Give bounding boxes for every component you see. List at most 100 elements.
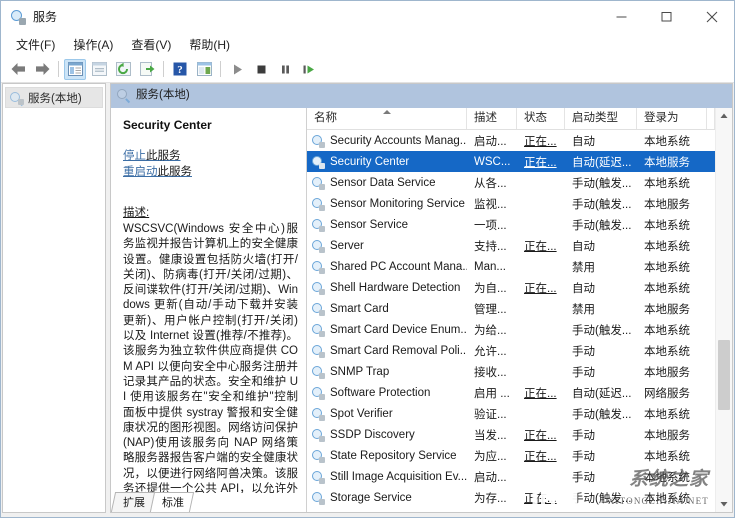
show-hide-console-tree-icon[interactable] xyxy=(64,58,86,80)
content-area: 服务(本地) 服务(本地) Security Center 停止此服务 重启动此… xyxy=(1,83,734,513)
column-name-label: 名称 xyxy=(314,112,337,124)
row-service-name: Smart Card Removal Poli... xyxy=(307,344,467,358)
restart-link-text: 重启动 xyxy=(123,166,158,178)
table-row[interactable]: Sensor Data Service 从各... 手动(触发... 本地系统 xyxy=(307,172,715,193)
table-row[interactable]: Security Accounts Manag... 启动... 正在... 自动 本地… xyxy=(307,130,715,151)
row-startup-type: 禁用 xyxy=(572,261,595,274)
export-list-icon[interactable] xyxy=(136,59,158,80)
row-log-on-as: 本地系统 xyxy=(644,450,690,463)
menu-help[interactable]: 帮助(H) xyxy=(180,34,239,55)
table-row[interactable]: State Repository Service 为应... 正在... 手动 本地系统 xyxy=(307,445,715,466)
restart-service-link[interactable]: 重启动此服务 xyxy=(123,164,298,180)
column-description[interactable]: 描述 xyxy=(467,108,517,129)
column-startup-type[interactable]: 启动类型 xyxy=(565,108,637,129)
properties-icon[interactable] xyxy=(88,59,110,80)
row-service-name: Security Center xyxy=(307,155,467,169)
table-row[interactable]: Smart Card Removal Poli... 允许... 手动 本地系统 xyxy=(307,340,715,361)
table-row[interactable]: Sensor Monitoring Service 监视... 手动(触发... 本地… xyxy=(307,193,715,214)
table-row[interactable]: Smart Card Device Enum... 为给... 手动(触发... 本地… xyxy=(307,319,715,340)
tab-extended[interactable]: 扩展 xyxy=(111,492,156,512)
row-description: 当发... xyxy=(474,429,507,442)
row-description: 为应... xyxy=(474,450,507,463)
row-log-on-as: 本地系统 xyxy=(644,177,690,190)
row-service-name-label: SNMP Trap xyxy=(330,365,390,378)
row-startup-type: 手动 xyxy=(572,429,595,442)
row-service-name-label: Sensor Monitoring Service xyxy=(330,197,465,210)
service-icon xyxy=(311,218,325,232)
menu-bar: 文件(F) 操作(A) 查看(V) 帮助(H) xyxy=(1,33,734,56)
show-action-pane-icon[interactable] xyxy=(193,59,215,80)
close-button[interactable] xyxy=(689,1,734,32)
services-pane: 服务(本地) Security Center 停止此服务 重启动此服务 描述: … xyxy=(110,83,733,513)
row-service-name: Storage Tiers Managem... xyxy=(307,512,467,513)
row-service-name-label: Server xyxy=(330,239,364,252)
table-row[interactable]: SSDP Discovery 当发... 正在... 手动 本地服务 xyxy=(307,424,715,445)
table-row[interactable]: Server 支持... 正在... 自动 本地系统 xyxy=(307,235,715,256)
row-description: 为自... xyxy=(474,282,507,295)
tab-standard[interactable]: 标准 xyxy=(149,492,195,512)
list-rows: Security Accounts Manag... 启动... 正在... 自动 本地… xyxy=(307,130,715,512)
menu-view[interactable]: 查看(V) xyxy=(122,34,180,55)
menu-file[interactable]: 文件(F) xyxy=(7,34,64,55)
row-service-name: Smart Card xyxy=(307,302,467,316)
table-row[interactable]: Shared PC Account Mana... Man... 禁用 本地系统 xyxy=(307,256,715,277)
row-description: WSC... xyxy=(474,155,511,168)
row-service-name-label: Still Image Acquisition Ev... xyxy=(330,470,467,483)
row-service-name: Shell Hardware Detection xyxy=(307,281,467,295)
row-startup-type: 手动(触发... xyxy=(572,198,632,211)
forward-icon[interactable] xyxy=(31,59,53,80)
help-icon[interactable]: ? xyxy=(169,59,191,80)
row-service-name-label: Smart Card Device Enum... xyxy=(330,323,467,336)
service-icon xyxy=(311,260,325,274)
column-status[interactable]: 状态 xyxy=(517,108,565,129)
row-description: 支持... xyxy=(474,240,507,253)
table-row[interactable]: Storage Service 为存... 正在... 手动(触发... 本地系统 xyxy=(307,487,715,508)
row-description: 启动... xyxy=(474,135,507,148)
table-row[interactable]: Smart Card 管理... 禁用 本地服务 xyxy=(307,298,715,319)
table-row[interactable]: SNMP Trap 接收... 手动 本地服务 xyxy=(307,361,715,382)
minimize-button[interactable] xyxy=(599,1,644,32)
table-row[interactable]: Spot Verifier 验证... 手动(触发... 本地系统 xyxy=(307,403,715,424)
services-list: 名称 描述 状态 启动类型 登录为 Security Accounts Mana… xyxy=(307,108,715,512)
row-log-on-as: 本地系统 xyxy=(644,240,690,253)
list-vertical-scrollbar[interactable] xyxy=(715,108,732,512)
row-service-name-label: Shared PC Account Mana... xyxy=(330,260,467,273)
table-row[interactable]: Storage Tiers Managem...优化... 手动本地系统 xyxy=(307,508,715,512)
start-service-icon[interactable] xyxy=(226,59,248,80)
restart-service-icon[interactable] xyxy=(298,59,320,80)
tree-node-services-local[interactable]: 服务(本地) xyxy=(5,87,103,108)
stop-link-text: 停止 xyxy=(123,150,146,162)
row-log-on-as: 本地服务 xyxy=(644,198,690,211)
row-log-on-as: 本地服务 xyxy=(644,156,690,169)
table-row[interactable]: Security Center WSC... 正在... 自动(延迟... 本地服务 xyxy=(307,151,715,172)
row-startup-type: 自动 xyxy=(572,282,595,295)
row-description: 优化... xyxy=(467,511,517,513)
maximize-button[interactable] xyxy=(644,1,689,32)
scroll-up-arrow-icon[interactable] xyxy=(716,108,732,124)
row-log-on-as: 本地系统 xyxy=(644,345,690,358)
service-icon xyxy=(311,281,325,295)
stop-service-icon[interactable] xyxy=(250,59,272,80)
row-service-name: Security Accounts Manag... xyxy=(307,134,467,148)
pause-service-icon[interactable] xyxy=(274,59,296,80)
table-row[interactable]: Sensor Service 一项... 手动(触发... 本地系统 xyxy=(307,214,715,235)
restart-link-suffix: 此服务 xyxy=(157,166,193,178)
row-service-name-label: SSDP Discovery xyxy=(330,428,415,441)
scroll-down-arrow-icon[interactable] xyxy=(716,496,732,512)
tab-standard-label: 标准 xyxy=(162,497,184,509)
table-row[interactable]: Shell Hardware Detection 为自... 正在... 自动 本地系统 xyxy=(307,277,715,298)
refresh-icon[interactable] xyxy=(112,59,134,80)
row-log-on-as: 网络服务 xyxy=(644,387,690,400)
row-description: 从各... xyxy=(474,177,507,190)
menu-action[interactable]: 操作(A) xyxy=(64,34,122,55)
column-log-on-as[interactable]: 登录为 xyxy=(637,108,707,129)
column-name[interactable]: 名称 xyxy=(307,108,467,129)
row-startup-type: 手动(触发... xyxy=(572,219,632,232)
scrollbar-thumb[interactable] xyxy=(718,340,730,410)
back-icon[interactable] xyxy=(7,59,29,80)
table-row[interactable]: Software Protection 启用 ... 正在... 自动(延迟... 网络… xyxy=(307,382,715,403)
stop-link-suffix: 此服务 xyxy=(146,150,181,162)
stop-service-link[interactable]: 停止此服务 xyxy=(123,148,298,164)
row-startup-type: 手动 xyxy=(572,471,595,484)
table-row[interactable]: Still Image Acquisition Ev... 启动... 手动 本地系统 xyxy=(307,466,715,487)
